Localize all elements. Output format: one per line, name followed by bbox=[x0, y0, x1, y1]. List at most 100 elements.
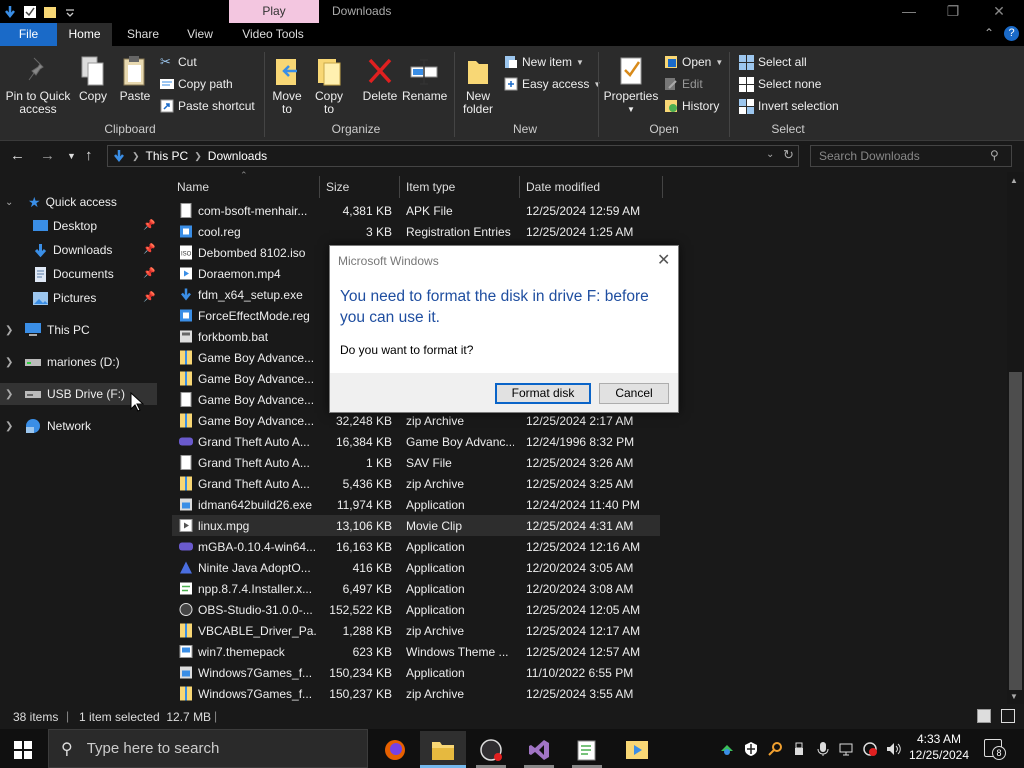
nav-desktop[interactable]: Desktop bbox=[33, 215, 97, 237]
column-divider[interactable] bbox=[399, 176, 400, 198]
scrollbar-thumb[interactable] bbox=[1009, 372, 1022, 690]
nav-pictures[interactable]: Pictures bbox=[33, 287, 96, 309]
edit-button[interactable]: Edit bbox=[664, 74, 703, 94]
file-row[interactable]: Windows7Games_f... 150,234 KB Application 1… bbox=[172, 662, 660, 683]
taskbar-obs[interactable] bbox=[468, 731, 514, 768]
select-all-button[interactable]: Select all bbox=[739, 52, 807, 72]
large-icons-view-icon[interactable] bbox=[1001, 709, 1015, 723]
nav-usb-drive[interactable]: ❯ USB Drive (F:) bbox=[5, 383, 125, 405]
column-divider[interactable] bbox=[662, 176, 663, 198]
nav-downloads[interactable]: Downloads bbox=[33, 239, 112, 261]
new-folder-icon[interactable] bbox=[43, 5, 57, 19]
tab-share[interactable]: Share bbox=[114, 23, 172, 46]
close-icon[interactable]: ✕ bbox=[657, 250, 670, 270]
nav-quick-access[interactable]: ⌄ ★ Quick access bbox=[5, 191, 117, 213]
up-arrow-icon[interactable]: ↑ bbox=[85, 147, 93, 164]
address-bar[interactable]: ❯ This PC ❯ Downloads bbox=[107, 145, 799, 167]
new-item-button[interactable]: New item ▼ bbox=[504, 52, 584, 72]
properties-icon[interactable] bbox=[23, 5, 37, 19]
taskbar-search[interactable]: ⚲ Type here to search bbox=[48, 729, 368, 768]
move-to-button[interactable]: Move to bbox=[270, 55, 304, 116]
restore-icon[interactable]: ❐ bbox=[930, 0, 976, 23]
new-folder-button[interactable]: New folder bbox=[458, 55, 498, 116]
copy-button[interactable]: Copy bbox=[77, 55, 109, 103]
taskbar-media-player[interactable] bbox=[614, 731, 660, 768]
tab-view[interactable]: View bbox=[175, 23, 225, 46]
file-row[interactable]: Windows7Games_f... 150,237 KB zip Archive 1… bbox=[172, 683, 660, 704]
microphone-icon[interactable] bbox=[815, 741, 831, 757]
properties-button[interactable]: Properties ▼ bbox=[603, 55, 659, 116]
search-input[interactable]: Search Downloads bbox=[810, 145, 1012, 167]
easy-access-button[interactable]: Easy access ▼ bbox=[504, 74, 601, 94]
file-row[interactable]: win7.themepack 623 KB Windows Theme ... 12/… bbox=[172, 641, 660, 662]
network-connection-icon[interactable] bbox=[838, 741, 854, 757]
volume-icon[interactable] bbox=[886, 741, 902, 757]
invert-selection-button[interactable]: Invert selection bbox=[739, 96, 839, 116]
power-warning-icon[interactable] bbox=[862, 741, 878, 757]
file-row[interactable]: Grand Theft Auto A... 16,384 KB Game Boy A… bbox=[172, 431, 660, 452]
search-tray-icon[interactable] bbox=[767, 741, 783, 757]
history-button[interactable]: History bbox=[664, 96, 719, 116]
breadcrumb-downloads[interactable]: Downloads bbox=[208, 149, 267, 163]
security-shield-icon[interactable] bbox=[743, 741, 759, 757]
cancel-button[interactable]: Cancel bbox=[599, 383, 669, 404]
file-row[interactable]: cool.reg 3 KB Registration Entries 12/25/20… bbox=[172, 221, 660, 242]
start-button[interactable] bbox=[14, 741, 32, 762]
back-arrow-icon[interactable]: ← bbox=[10, 147, 25, 164]
copy-to-button[interactable]: Copy to bbox=[312, 55, 346, 116]
tab-file[interactable]: File bbox=[0, 23, 57, 46]
taskbar-visual-studio[interactable] bbox=[516, 731, 562, 768]
file-row[interactable]: Game Boy Advance... 32,248 KB zip Archive 1… bbox=[172, 410, 660, 431]
paste-button[interactable]: Paste bbox=[118, 55, 152, 103]
download-arrow-icon[interactable] bbox=[3, 5, 17, 19]
file-row[interactable]: Grand Theft Auto A... 1 KB SAV File 12/25/2… bbox=[172, 452, 660, 473]
file-row[interactable]: OBS-Studio-31.0.0-... 152,522 KB Applicati… bbox=[172, 599, 660, 620]
file-row[interactable]: VBCABLE_Driver_Pa... 1,288 KB zip Archive 1… bbox=[172, 620, 660, 641]
delete-button[interactable]: Delete bbox=[360, 55, 400, 103]
column-divider[interactable] bbox=[319, 176, 320, 198]
refresh-icon[interactable]: ↻ bbox=[783, 147, 794, 163]
close-icon[interactable]: ✕ bbox=[976, 0, 1022, 23]
column-header-date[interactable]: Date modified bbox=[526, 180, 600, 194]
recent-locations-icon[interactable]: ▼ bbox=[67, 151, 76, 161]
taskbar-file-explorer[interactable] bbox=[420, 731, 466, 768]
breadcrumb-this-pc[interactable]: This PC bbox=[146, 149, 189, 163]
column-divider[interactable] bbox=[519, 176, 520, 198]
column-header-type[interactable]: Item type bbox=[406, 180, 455, 194]
paste-shortcut-button[interactable]: Paste shortcut bbox=[160, 96, 255, 116]
forward-arrow-icon[interactable]: → bbox=[40, 147, 55, 164]
nav-drive-d[interactable]: ❯ mariones (D:) bbox=[5, 351, 120, 373]
file-row[interactable]: npp.8.7.4.Installer.x... 6,497 KB Applicat… bbox=[172, 578, 660, 599]
column-header-size[interactable]: Size bbox=[326, 180, 349, 194]
file-row[interactable]: mGBA-0.10.4-win64... 16,163 KB Application… bbox=[172, 536, 660, 557]
pin-to-quick-access-button[interactable]: Pin to Quick access bbox=[4, 55, 72, 116]
collapse-ribbon-icon[interactable]: ⌃ bbox=[984, 26, 994, 40]
scroll-down-icon[interactable]: ▼ bbox=[1010, 692, 1018, 701]
nav-network[interactable]: ❯ Network bbox=[5, 415, 91, 437]
help-icon[interactable]: ? bbox=[1004, 26, 1019, 41]
file-row[interactable]: linux.mpg 13,106 KB Movie Clip 12/25/2024 4… bbox=[172, 515, 660, 536]
tab-home[interactable]: Home bbox=[57, 23, 112, 46]
file-row[interactable]: com-bsoft-menhair... 4,381 KB APK File 12/2… bbox=[172, 200, 660, 221]
column-header-name[interactable]: Name bbox=[177, 180, 209, 194]
context-tab-play[interactable]: Play bbox=[229, 0, 319, 23]
taskbar-notepad-plus-plus[interactable] bbox=[564, 731, 610, 768]
file-row[interactable]: Grand Theft Auto A... 5,436 KB zip Archive… bbox=[172, 473, 660, 494]
network-tray-icon[interactable] bbox=[719, 741, 735, 757]
file-row[interactable]: idman642build26.exe 11,974 KB Application 1… bbox=[172, 494, 660, 515]
nav-this-pc[interactable]: ❯ This PC bbox=[5, 319, 90, 341]
rename-button[interactable]: Rename bbox=[402, 55, 447, 103]
details-view-icon[interactable] bbox=[977, 709, 991, 723]
format-disk-button[interactable]: Format disk bbox=[495, 383, 591, 404]
nav-documents[interactable]: Documents bbox=[33, 263, 114, 285]
taskbar-firefox[interactable] bbox=[372, 731, 418, 768]
customize-qat-icon[interactable] bbox=[63, 5, 77, 19]
system-clock[interactable]: 4:33 AM 12/25/2024 bbox=[905, 731, 973, 763]
minimize-icon[interactable]: — bbox=[886, 0, 932, 23]
file-row[interactable]: Ninite Java AdoptO... 416 KB Application 12… bbox=[172, 557, 660, 578]
select-none-button[interactable]: Select none bbox=[739, 74, 821, 94]
open-button[interactable]: Open ▼ bbox=[664, 52, 723, 72]
usb-eject-icon[interactable] bbox=[791, 741, 807, 757]
tab-video-tools[interactable]: Video Tools bbox=[230, 23, 316, 46]
cut-button[interactable]: ✂ Cut bbox=[160, 52, 197, 72]
